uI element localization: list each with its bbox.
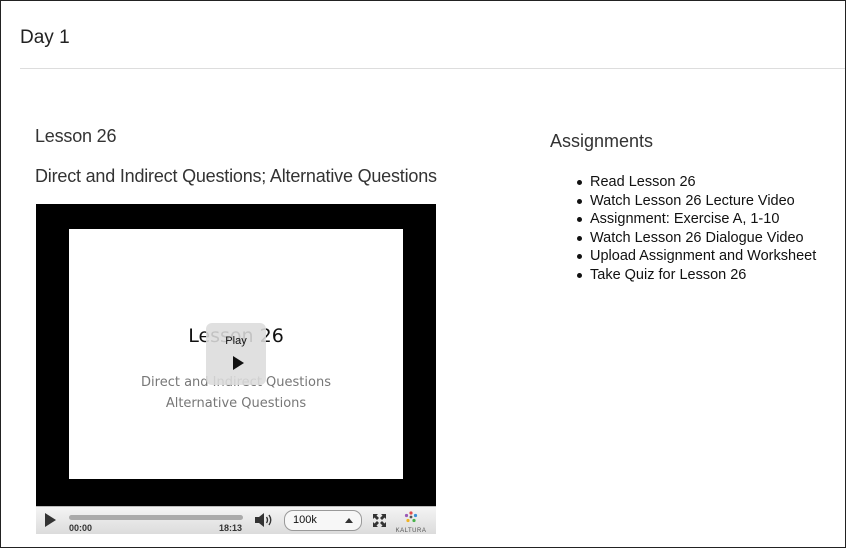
- divider: [20, 68, 845, 69]
- video-player[interactable]: Lesson 26 Direct and Indirect Questions …: [36, 204, 436, 534]
- list-item: Watch Lesson 26 Dialogue Video: [577, 229, 816, 248]
- player-controls: 00:00 18:13 100k KALTURA: [36, 506, 436, 534]
- duration: 18:13: [219, 523, 243, 533]
- list-item: Read Lesson 26: [577, 173, 816, 192]
- assignments-list: Read Lesson 26 Watch Lesson 26 Lecture V…: [577, 173, 816, 284]
- lesson-subtitle: Direct and Indirect Questions; Alternati…: [35, 166, 437, 186]
- list-item: Upload Assignment and Worksheet: [577, 247, 816, 266]
- volume-icon[interactable]: [254, 512, 274, 528]
- page-heading: Day 1: [20, 27, 70, 48]
- play-icon: [233, 356, 244, 370]
- lesson-title: Lesson 26: [35, 126, 117, 146]
- kaltura-logo-icon: [404, 511, 418, 523]
- play-overlay-button[interactable]: Play: [206, 323, 266, 385]
- quality-select[interactable]: 100k: [284, 510, 362, 531]
- play-button[interactable]: [45, 513, 56, 527]
- chevron-up-icon: [345, 518, 353, 523]
- fullscreen-icon[interactable]: [372, 513, 387, 528]
- play-overlay-label: Play: [225, 335, 247, 347]
- list-item: Assignment: Exercise A, 1-10: [577, 210, 816, 229]
- list-item: Watch Lesson 26 Lecture Video: [577, 192, 816, 211]
- slide-line-2: Alternative Questions: [165, 396, 307, 411]
- current-time: 00:00: [69, 523, 93, 533]
- kaltura-logo[interactable]: KALTURA: [393, 510, 429, 534]
- quality-value: 100k: [293, 514, 317, 526]
- seek-bar[interactable]: [69, 515, 243, 520]
- assignments-title: Assignments: [550, 131, 654, 151]
- list-item: Take Quiz for Lesson 26: [577, 266, 816, 285]
- kaltura-label: KALTURA: [395, 528, 427, 534]
